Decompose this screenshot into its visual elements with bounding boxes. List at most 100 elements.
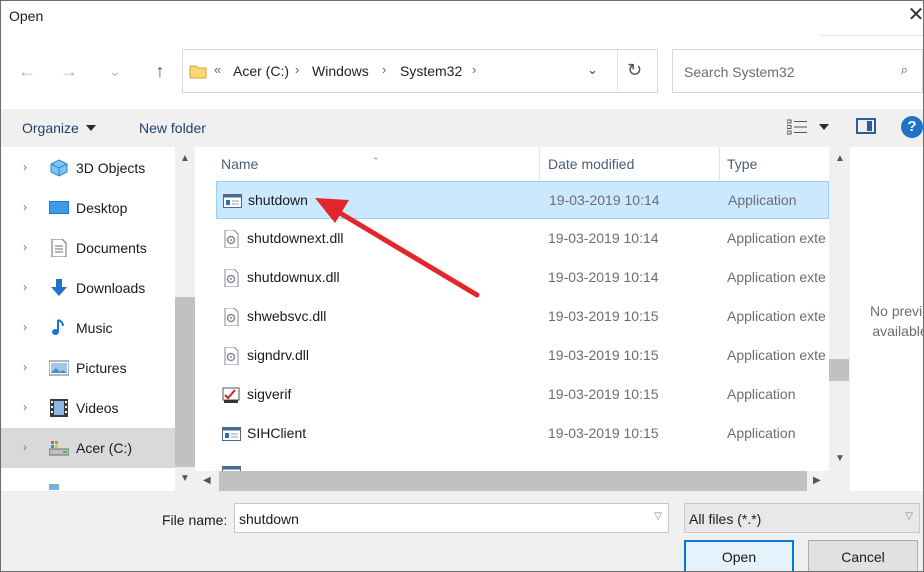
- organize-menu-button[interactable]: Organize: [22, 120, 96, 136]
- file-row-shutdown[interactable]: shutdown 19-03-2019 10:14 Application: [216, 181, 829, 219]
- view-options-chevron-icon[interactable]: [819, 124, 829, 130]
- root-overflow-icon[interactable]: «: [214, 62, 221, 77]
- file-name: shutdown: [248, 192, 308, 208]
- scroll-up-icon[interactable]: ▲: [180, 153, 190, 164]
- address-row: ← → ⌄ ↑ « Acer (C:) › Windows › System32…: [1, 33, 923, 109]
- file-row-shwebsvc-dll[interactable]: shwebsvc.dll 19-03-2019 10:15 Applicatio…: [216, 298, 829, 336]
- scroll-up-icon[interactable]: ▲: [835, 153, 845, 164]
- sidebar-item-desktop[interactable]: › Desktop: [1, 188, 175, 228]
- sidebar-scrollbar-thumb[interactable]: [175, 297, 195, 467]
- scroll-right-icon[interactable]: ▶: [813, 475, 821, 486]
- column-header-type[interactable]: Type: [727, 156, 757, 172]
- open-button[interactable]: Open: [684, 540, 794, 571]
- back-arrow-icon[interactable]: ←: [13, 57, 41, 85]
- application-icon: [222, 427, 241, 441]
- file-row-signdrv-dll[interactable]: signdrv.dll 19-03-2019 10:15 Application…: [216, 337, 829, 375]
- scroll-down-icon[interactable]: ▼: [835, 453, 845, 464]
- address-bar[interactable]: « Acer (C:) › Windows › System32 › ⌄ ↻: [182, 49, 658, 93]
- chevron-right-icon[interactable]: ›: [23, 360, 27, 374]
- view-options-icon[interactable]: [787, 119, 807, 135]
- sidebar-item-label: Downloads: [76, 280, 146, 296]
- sidebar-item-downloads[interactable]: › Downloads: [1, 268, 175, 308]
- preview-pane-icon[interactable]: [856, 118, 876, 134]
- preview-unavailable-text: No previe available: [870, 303, 924, 339]
- horizontal-scrollbar-thumb[interactable]: [219, 471, 807, 491]
- dll-file-icon: [224, 230, 239, 248]
- file-row-sigverif[interactable]: sigverif 19-03-2019 10:15 Application: [216, 376, 829, 414]
- close-icon[interactable]: ✕: [907, 3, 923, 27]
- breadcrumb-separator-icon[interactable]: ›: [382, 62, 386, 77]
- chevron-down-icon[interactable]: ▽: [905, 511, 913, 522]
- chevron-down-icon[interactable]: ▽: [654, 511, 662, 522]
- file-name-input[interactable]: shutdown ▽: [234, 503, 669, 533]
- scroll-down-icon[interactable]: ▼: [180, 473, 190, 484]
- chevron-right-icon[interactable]: ›: [23, 280, 27, 294]
- file-type-select[interactable]: All files (*.*) ▽: [684, 503, 920, 533]
- sidebar-item-label: Documents: [76, 240, 147, 256]
- column-header-date-modified[interactable]: Date modified: [548, 156, 634, 172]
- file-type: Application: [728, 192, 797, 208]
- breadcrumb-separator-icon[interactable]: ›: [472, 62, 476, 77]
- divider[interactable]: [539, 147, 540, 181]
- application-icon: [223, 194, 242, 208]
- chevron-down-icon: [85, 125, 96, 131]
- desktop-icon: [49, 201, 69, 214]
- breadcrumb-windows[interactable]: Windows: [312, 63, 369, 79]
- address-history-chevron-icon[interactable]: ⌄: [587, 62, 598, 78]
- file-type: Application: [727, 386, 796, 402]
- vertical-scrollbar-thumb[interactable]: [829, 359, 849, 381]
- file-row-sihclient[interactable]: SIHClient 19-03-2019 10:15 Application: [216, 415, 829, 453]
- dll-file-icon: [224, 347, 239, 365]
- file-row-shutdownext-dll[interactable]: shutdownext.dll 19-03-2019 10:14 Applica…: [216, 220, 829, 258]
- sidebar-item-documents[interactable]: › Documents: [1, 228, 175, 268]
- help-icon[interactable]: ?: [901, 116, 923, 138]
- chevron-right-icon[interactable]: ›: [23, 400, 27, 414]
- search-input[interactable]: Search System32 ⌕: [672, 49, 923, 93]
- 3d-objects-icon: [50, 159, 68, 177]
- cancel-button[interactable]: Cancel: [808, 540, 918, 571]
- file-list-vertical-scrollbar[interactable]: [829, 147, 849, 471]
- search-icon[interactable]: ⌕: [901, 62, 908, 78]
- file-date-modified: 19-03-2019 10:15: [548, 386, 659, 402]
- open-file-dialog: Open ✕ ← → ⌄ ↑ « Acer (C:) › Windows › S…: [0, 0, 924, 572]
- chevron-right-icon[interactable]: ›: [23, 200, 27, 214]
- sort-ascending-icon: ⌃: [372, 156, 380, 166]
- documents-icon: [51, 239, 67, 257]
- refresh-icon[interactable]: ↻: [627, 60, 642, 81]
- file-type: Application exte: [727, 269, 826, 285]
- scroll-left-icon[interactable]: ◀: [203, 475, 211, 486]
- file-row-shutdownux-dll[interactable]: shutdownux.dll 19-03-2019 10:14 Applicat…: [216, 259, 829, 297]
- file-type-value: All files (*.*): [689, 511, 762, 527]
- forward-arrow-icon[interactable]: →: [55, 57, 83, 85]
- chevron-right-icon[interactable]: ›: [23, 440, 27, 454]
- breadcrumb-acer-c[interactable]: Acer (C:): [233, 63, 289, 79]
- chevron-right-icon[interactable]: ›: [23, 160, 27, 174]
- sidebar-item-partial[interactable]: [1, 468, 175, 491]
- new-folder-button[interactable]: New folder: [139, 120, 206, 136]
- sidebar-item-videos[interactable]: › Videos: [1, 388, 175, 428]
- organize-label: Organize: [22, 120, 79, 136]
- chevron-right-icon[interactable]: ›: [23, 240, 27, 254]
- sidebar-item-label: Pictures: [76, 360, 127, 376]
- file-list: ⌃ Name Date modified Type shutdown 19-03…: [195, 147, 849, 491]
- breadcrumb-system32[interactable]: System32: [400, 63, 462, 79]
- file-date-modified: 19-03-2019 10:15: [548, 347, 659, 363]
- file-name: signdrv.dll: [247, 347, 309, 363]
- sidebar-item-acer-c[interactable]: › Acer (C:): [1, 428, 175, 468]
- file-type: Application exte: [727, 230, 826, 246]
- sidebar-item-3d-objects[interactable]: › 3D Objects: [1, 148, 175, 188]
- music-icon: [52, 319, 64, 335]
- column-header-name[interactable]: Name: [221, 156, 258, 172]
- column-headers: ⌃ Name Date modified Type: [195, 147, 829, 181]
- file-name-value: shutdown: [239, 511, 299, 527]
- file-name-label: File name:: [162, 512, 228, 528]
- breadcrumb-separator-icon[interactable]: ›: [295, 62, 299, 77]
- file-date-modified: 19-03-2019 10:15: [548, 308, 659, 324]
- chevron-right-icon[interactable]: ›: [23, 320, 27, 334]
- divider[interactable]: [719, 147, 720, 181]
- recent-locations-chevron-icon[interactable]: ⌄: [101, 57, 129, 85]
- sidebar-item-pictures[interactable]: › Pictures: [1, 348, 175, 388]
- file-name: SIHClient: [247, 425, 307, 441]
- up-arrow-icon[interactable]: ↑: [146, 57, 174, 85]
- sidebar-item-music[interactable]: › Music: [1, 308, 175, 348]
